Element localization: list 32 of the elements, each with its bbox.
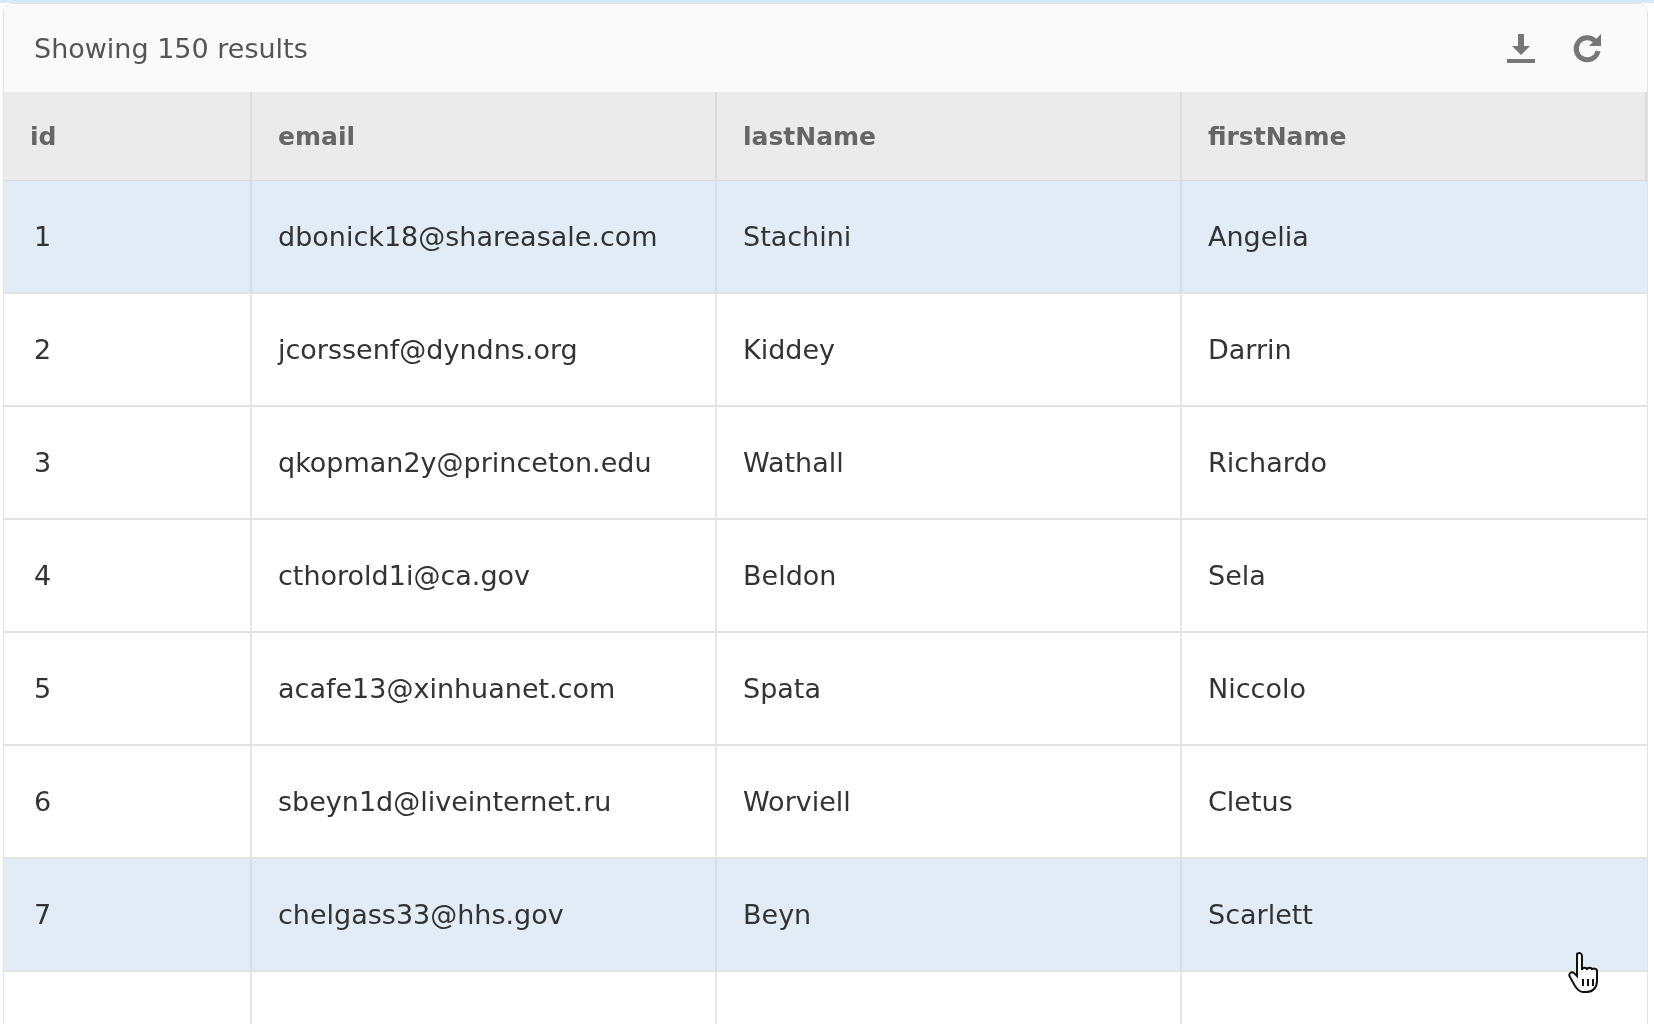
table-cell: cthorold1i@ca.gov (252, 520, 717, 633)
table-cell: Angelia (1182, 181, 1647, 294)
table-cell: 3 (4, 407, 252, 520)
table-cell: acafe13@xinhuanet.com (252, 633, 717, 746)
table-cell: chelgass33@hhs.gov (252, 859, 717, 972)
column-header[interactable]: firstName (1182, 92, 1647, 181)
table-cell: 5 (4, 633, 252, 746)
refresh-icon (1571, 32, 1603, 64)
table-cell: Stachini (717, 181, 1182, 294)
table-cell: 1 (4, 181, 252, 294)
table-cell: Beyn (717, 859, 1182, 972)
download-icon (1505, 32, 1537, 64)
table-cell: 7 (4, 859, 252, 972)
column-header[interactable]: email (252, 92, 717, 181)
column-header[interactable]: id (4, 92, 252, 181)
table-cell: Wathall (717, 407, 1182, 520)
table-cell: Kiddey (717, 294, 1182, 407)
table-cell: qkopman2y@princeton.edu (252, 407, 717, 520)
table-cell: Worviell (717, 746, 1182, 859)
table-cell: Scarlett (1182, 859, 1647, 972)
download-button[interactable] (1505, 32, 1537, 64)
table-cell: Beldon (717, 520, 1182, 633)
table-cell: dbonick18@shareasale.com (252, 181, 717, 294)
table-cell: sbeyn1d@liveinternet.ru (252, 746, 717, 859)
refresh-button[interactable] (1571, 32, 1603, 64)
results-count: Showing 150 results (34, 32, 308, 64)
table-cell: jcorssenf@dyndns.org (252, 294, 717, 407)
table-cell: 2 (4, 294, 252, 407)
table-cell: 4 (4, 520, 252, 633)
column-header[interactable]: lastName (717, 92, 1182, 181)
table-cell: 6 (4, 746, 252, 859)
table-cell: Spata (717, 633, 1182, 746)
